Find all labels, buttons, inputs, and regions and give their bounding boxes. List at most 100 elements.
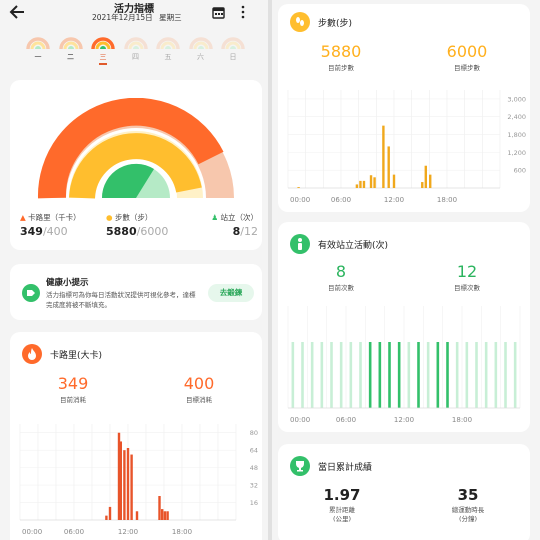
x-tick-label: 06:00 <box>331 196 351 204</box>
stand-bar-inactive <box>320 342 324 408</box>
trophy-icon <box>290 456 310 476</box>
stand-bar-inactive <box>484 342 488 408</box>
x-tick-label: 00:00 <box>290 416 310 424</box>
week-day-2[interactable]: 二 <box>58 34 83 68</box>
more-menu-icon[interactable] <box>238 4 248 19</box>
stand-bar-inactive <box>504 342 507 408</box>
chart-bar <box>429 174 432 188</box>
chart-bar <box>163 511 167 520</box>
calories-current-label: 目前消耗 <box>60 396 86 404</box>
calories-chart-svg: 80 64 48 32 16 00:00 06:00 12:00 18:00 <box>19 424 258 536</box>
chart-bar <box>369 175 373 188</box>
calories-stat-label-line: ▲ 卡路里（千卡） <box>20 212 100 223</box>
week-day-label: 一 <box>34 53 42 61</box>
weekday-text: 星期三 <box>159 13 182 22</box>
chart-bar <box>158 496 161 520</box>
stand-stat-value: 8/12 <box>196 225 258 238</box>
stand-current-value: 8 <box>335 262 347 281</box>
week-day-ring <box>188 37 213 50</box>
week-day-ring <box>58 37 83 50</box>
week-day-label: 五 <box>164 53 172 61</box>
chart-bar <box>135 511 139 520</box>
stand-stat: ♟ 站立（次） 8/12 <box>196 212 258 238</box>
chart-bar <box>108 506 112 520</box>
calories-target: /400 <box>42 225 68 238</box>
go-exercise-button[interactable]: 去鍛鍊 <box>208 284 254 302</box>
achievement-card: 當日累計成績 1.97 累計距離 (公里) 35 總運動時長 (分鐘) <box>278 444 530 540</box>
steps-stat-label: 步數（步） <box>114 213 153 222</box>
steps-stat-label-line: ● 步數（步） <box>106 212 186 223</box>
stand-target-label: 目標次數 <box>454 284 480 292</box>
tip-title: 健康小提示 <box>46 278 89 288</box>
chart-bar <box>382 125 385 188</box>
stand-bar-inactive <box>455 342 459 408</box>
week-day-label: 四 <box>132 53 139 61</box>
back-arrow-icon[interactable] <box>8 2 28 22</box>
stand-bar-active <box>397 342 401 408</box>
stand-bar-inactive <box>310 342 314 408</box>
tip-text: 活力指標可為你每日活動狀況提供可視化參考，達標完成度將被不斷填充。 <box>46 291 196 309</box>
calories-stat-label: 卡路里（千卡） <box>28 213 81 222</box>
chart-bar <box>424 165 427 188</box>
calories-current: 349 <box>20 225 43 238</box>
top-bar: 活力指標 2021年12月15日 星期三 <box>0 0 268 28</box>
steps-chart-svg: 3,000 2,400 1,800 1,200 600 00:00 06:00 12:00 18… <box>287 90 526 204</box>
date-line: 2021年12月15日 星期三 <box>92 12 192 23</box>
week-day-1[interactable]: 一 <box>26 34 50 68</box>
x-tick-label: 12:00 <box>118 528 138 536</box>
person-standing-icon: ♟ <box>211 213 219 222</box>
x-tick-label: 12:00 <box>384 196 404 204</box>
stand-bar-inactive <box>349 342 353 408</box>
stand-bar-inactive <box>513 342 517 408</box>
stand-bar-inactive <box>426 342 430 408</box>
week-day-5[interactable]: 五 <box>156 34 180 68</box>
calories-chart: 80 64 48 32 16 00:00 06:00 12:00 18:00 <box>10 416 262 540</box>
chart-bar <box>161 509 164 520</box>
week-day-ring <box>221 37 245 50</box>
x-tick-label: 00:00 <box>290 196 310 204</box>
week-day-3[interactable]: 三 <box>91 34 115 68</box>
y-tick-label: 1,800 <box>507 131 526 139</box>
week-day-label: 日 <box>229 53 237 61</box>
chart-bar <box>421 182 424 188</box>
stand-bar-inactive <box>407 342 411 408</box>
distance-label: 累計距離 (公里) <box>329 506 355 523</box>
y-tick-label: 600 <box>514 167 526 175</box>
steps-card-title: 步數(步) <box>318 19 353 29</box>
y-tick-label: 80 <box>250 429 258 437</box>
y-tick-label: 2,400 <box>507 113 526 121</box>
week-selector: 一 二三四 五 六 日 <box>0 34 268 70</box>
stand-bar-inactive <box>494 342 498 408</box>
x-tick-label: 18:00 <box>452 416 472 424</box>
stand-stat-label-line: ♟ 站立（次） <box>196 212 258 223</box>
footprint-icon <box>290 12 310 32</box>
week-day-7[interactable]: 日 <box>221 34 245 68</box>
stand-bar-inactive <box>475 342 478 408</box>
y-tick-label: 48 <box>250 464 258 472</box>
activity-gauge <box>36 97 236 200</box>
x-tick-label: 12:00 <box>394 416 414 424</box>
x-tick-label: 18:00 <box>437 196 457 204</box>
week-day-label: 六 <box>197 53 204 61</box>
right-screen: 步數(步) 5880 目前步數 6000 目標步數 3,000 2,400 1,80… <box>272 0 540 540</box>
person-standing-icon <box>290 234 310 254</box>
calories-card-title: 卡路里(大卡) <box>50 351 103 361</box>
week-day-ring <box>26 37 50 50</box>
calendar-icon[interactable] <box>212 4 226 19</box>
stand-bar-active <box>436 342 440 408</box>
steps-stat-value: 5880/6000 <box>106 225 186 238</box>
y-tick-label: 16 <box>250 499 258 507</box>
date-text: 2021年12月15日 <box>92 13 153 22</box>
y-tick-label: 32 <box>250 482 258 490</box>
chart-bar <box>387 146 390 188</box>
steps-target: /6000 <box>136 225 169 238</box>
stand-card-title: 有效站立活動(次) <box>318 241 389 251</box>
week-day-4[interactable]: 四 <box>123 34 148 68</box>
steps-current: 5880 <box>106 225 137 238</box>
stand-bar-inactive <box>301 342 304 408</box>
activity-gauge-card: ▲ 卡路里（千卡） 349/400 ● 步數（步） 5880/6000 ♟ 站立… <box>10 80 262 250</box>
chart-bar <box>126 448 130 520</box>
week-day-6[interactable]: 六 <box>188 34 213 68</box>
chart-bar <box>123 450 126 520</box>
steps-chart: 3,000 2,400 1,800 1,200 600 00:00 06:00 12:00 18… <box>278 82 530 212</box>
